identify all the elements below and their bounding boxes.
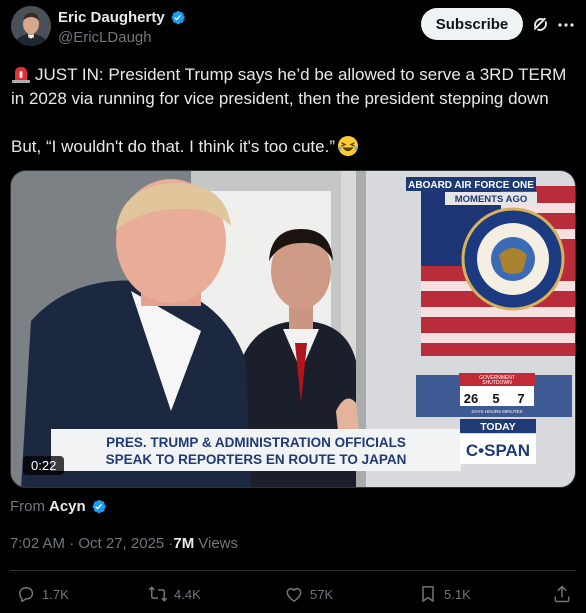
bookmark-count: 5.1K (444, 586, 471, 602)
shutdown-hours: 5 (492, 391, 499, 406)
tweet-meta: 7:02 AM · Oct 27, 2025 · 7M Views (10, 535, 238, 552)
like-button[interactable]: 57K (284, 584, 333, 604)
overlay-moments-ago: MOMENTS AGO (455, 194, 527, 205)
overlay-location: ABOARD AIR FORCE ONE (408, 180, 534, 191)
reply-button[interactable]: 1.7K (16, 584, 69, 604)
verified-badge-icon (171, 11, 185, 25)
tweet-text: JUST IN: President Trump says he’d be al… (11, 63, 577, 159)
divider (10, 570, 576, 571)
video-player[interactable]: ABOARD AIR FORCE ONE MOMENTS AGO GOVERNM… (10, 170, 576, 488)
network-logo: C•SPAN (466, 441, 530, 460)
siren-emoji (12, 67, 30, 83)
like-count: 57K (310, 586, 334, 602)
avatar[interactable] (11, 6, 51, 46)
shutdown-label-2: SHUTDOWN (482, 380, 512, 386)
chyron-line-2: SPEAK TO REPORTERS EN ROUTE TO JAPAN (106, 452, 407, 467)
share-button[interactable] (552, 584, 572, 604)
grok-icon[interactable] (531, 15, 550, 34)
from-attribution: From Acyn (10, 498, 107, 515)
chyron-line-1: PRES. TRUMP & ADMINISTRATION OFFICIALS (106, 435, 406, 450)
shutdown-units: DAYS HOURS MINUTES (472, 409, 523, 414)
tweet-line-2: But, “I wouldn't do that. I think it's t… (11, 137, 335, 156)
author-display-name[interactable]: Eric Daugherty (58, 9, 165, 26)
tweet-paragraph-2: But, “I wouldn't do that. I think it's t… (11, 135, 577, 159)
shutdown-minutes: 7 (517, 391, 524, 406)
today-label: TODAY (480, 421, 516, 433)
tweet-paragraph-1: JUST IN: President Trump says he’d be al… (11, 63, 577, 111)
from-label: From (10, 498, 45, 515)
tweet-timestamp[interactable]: 7:02 AM · Oct 27, 2025 · (10, 535, 173, 552)
tweet-card: Eric Daugherty @EricLDaugh Subscribe JUS… (0, 0, 586, 613)
bookmark-icon (422, 586, 434, 602)
laughing-emoji (338, 136, 358, 156)
views-label: Views (198, 535, 239, 552)
more-icon[interactable] (556, 15, 576, 35)
shutdown-days: 26 (464, 391, 478, 406)
video-duration: 0:22 (23, 456, 65, 475)
repost-button[interactable]: 4.4K (148, 584, 201, 604)
from-name[interactable]: Acyn (49, 498, 86, 515)
reply-icon (19, 587, 34, 603)
subscribe-button[interactable]: Subscribe (421, 8, 523, 40)
author-handle[interactable]: @EricLDaugh (58, 29, 152, 46)
like-icon (286, 587, 302, 602)
verified-badge-icon (92, 500, 106, 514)
tweet-line-1: JUST IN: President Trump says he’d be al… (11, 65, 567, 108)
author-name-row[interactable]: Eric Daugherty (58, 9, 186, 26)
views-count: 7M (173, 535, 195, 552)
bookmark-button[interactable]: 5.1K (418, 584, 471, 604)
repost-count: 4.4K (174, 586, 201, 602)
share-icon (554, 585, 570, 603)
repost-icon (148, 586, 168, 602)
reply-count: 1.7K (42, 586, 69, 602)
